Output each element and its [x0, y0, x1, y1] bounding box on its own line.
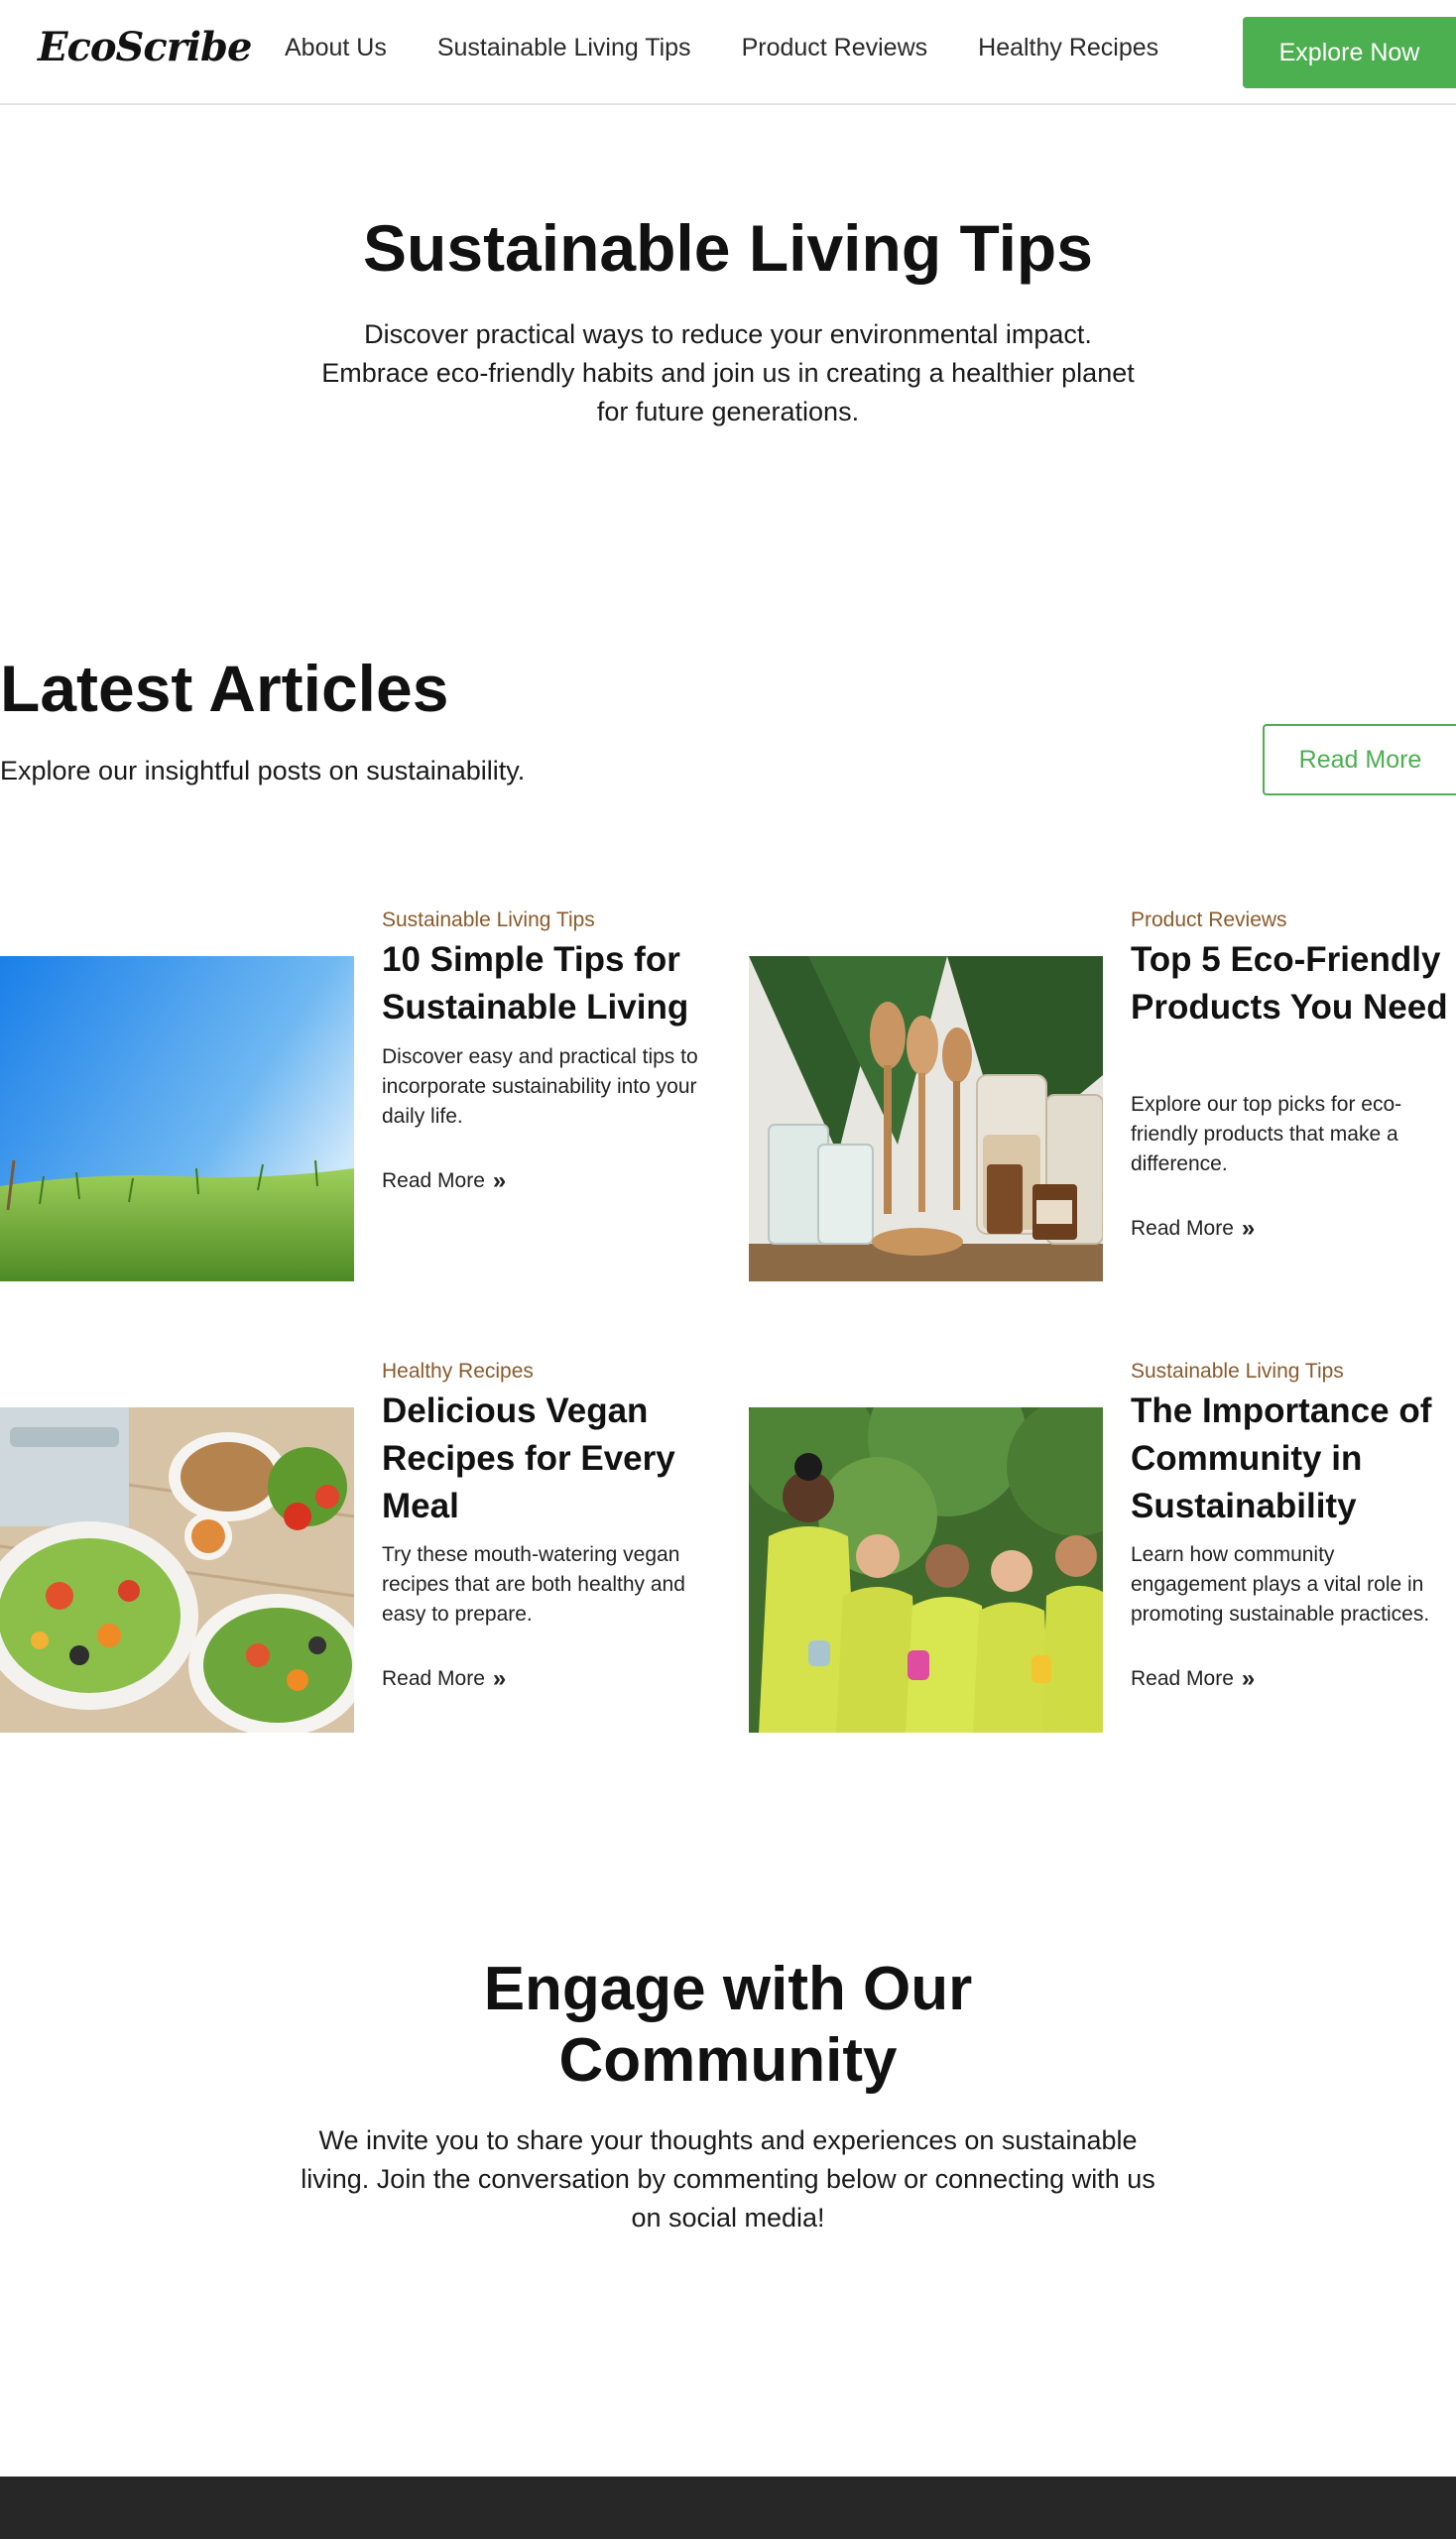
double-chevron-right-icon: » — [1241, 1665, 1256, 1692]
read-more-button[interactable]: Read More — [1263, 724, 1456, 795]
article-image-grass-field[interactable] — [0, 956, 354, 1281]
community-title: Engage with Our Community — [483, 1955, 973, 2095]
read-more-label: Read More — [382, 1169, 485, 1192]
nav-link-product-reviews[interactable]: Product Reviews — [742, 34, 928, 62]
article-description: Explore our top picks for eco-friendly p… — [1131, 1093, 1402, 1175]
nav-link-sustainable-living-tips[interactable]: Sustainable Living Tips — [437, 34, 691, 62]
article-title[interactable]: Top 5 Eco-Friendly Products You Need — [1131, 936, 1456, 1031]
nav-link-healthy-recipes[interactable]: Healthy Recipes — [978, 34, 1158, 62]
article-image-community-cleanup[interactable] — [749, 1407, 1103, 1733]
article-title[interactable]: Delicious Vegan Recipes for Every Meal — [382, 1388, 709, 1530]
article-description: Discover easy and practical tips to inco… — [382, 1045, 698, 1128]
community-description: We invite you to share your thoughts and… — [301, 2125, 1155, 2233]
article-category[interactable]: Sustainable Living Tips — [382, 908, 595, 932]
read-more-label: Read More — [382, 1667, 485, 1690]
double-chevron-right-icon: » — [492, 1167, 507, 1194]
article-category[interactable]: Product Reviews — [1131, 908, 1287, 932]
double-chevron-right-icon: » — [492, 1665, 507, 1692]
site-header: EcoScribe About Us Sustainable Living Ti… — [0, 0, 1456, 105]
read-more-label: Read More — [1131, 1667, 1234, 1690]
article-description: Learn how community engagement plays a v… — [1131, 1543, 1430, 1626]
nav-link-about-us[interactable]: About Us — [285, 34, 387, 62]
article-read-more-link[interactable]: Read More » — [1131, 1217, 1255, 1241]
main-nav: About Us Sustainable Living Tips Product… — [285, 34, 1158, 62]
article-read-more-link[interactable]: Read More » — [382, 1667, 506, 1691]
site-logo[interactable]: EcoScribe — [38, 24, 252, 70]
article-image-eco-products[interactable] — [749, 956, 1103, 1281]
article-image-vegan-recipes[interactable] — [0, 1407, 354, 1733]
hero-description: Discover practical ways to reduce your e… — [321, 319, 1135, 426]
article-title[interactable]: The Importance of Community in Sustainab… — [1131, 1388, 1456, 1530]
article-category[interactable]: Healthy Recipes — [382, 1360, 534, 1384]
article-read-more-link[interactable]: Read More » — [382, 1169, 506, 1193]
article-read-more-link[interactable]: Read More » — [1131, 1667, 1255, 1691]
hero-title: Sustainable Living Tips — [363, 211, 1093, 285]
article-category[interactable]: Sustainable Living Tips — [1131, 1360, 1344, 1384]
latest-articles-subtitle: Explore our insightful posts on sustaina… — [0, 756, 526, 786]
article-description: Try these mouth-watering vegan recipes t… — [382, 1543, 685, 1626]
article-title[interactable]: 10 Simple Tips for Sustainable Living — [382, 936, 719, 1031]
double-chevron-right-icon: » — [1241, 1215, 1256, 1242]
latest-articles-title: Latest Articles — [0, 652, 449, 725]
explore-now-button[interactable]: Explore Now — [1243, 17, 1456, 88]
read-more-label: Read More — [1131, 1217, 1234, 1240]
site-footer — [0, 2477, 1456, 2539]
